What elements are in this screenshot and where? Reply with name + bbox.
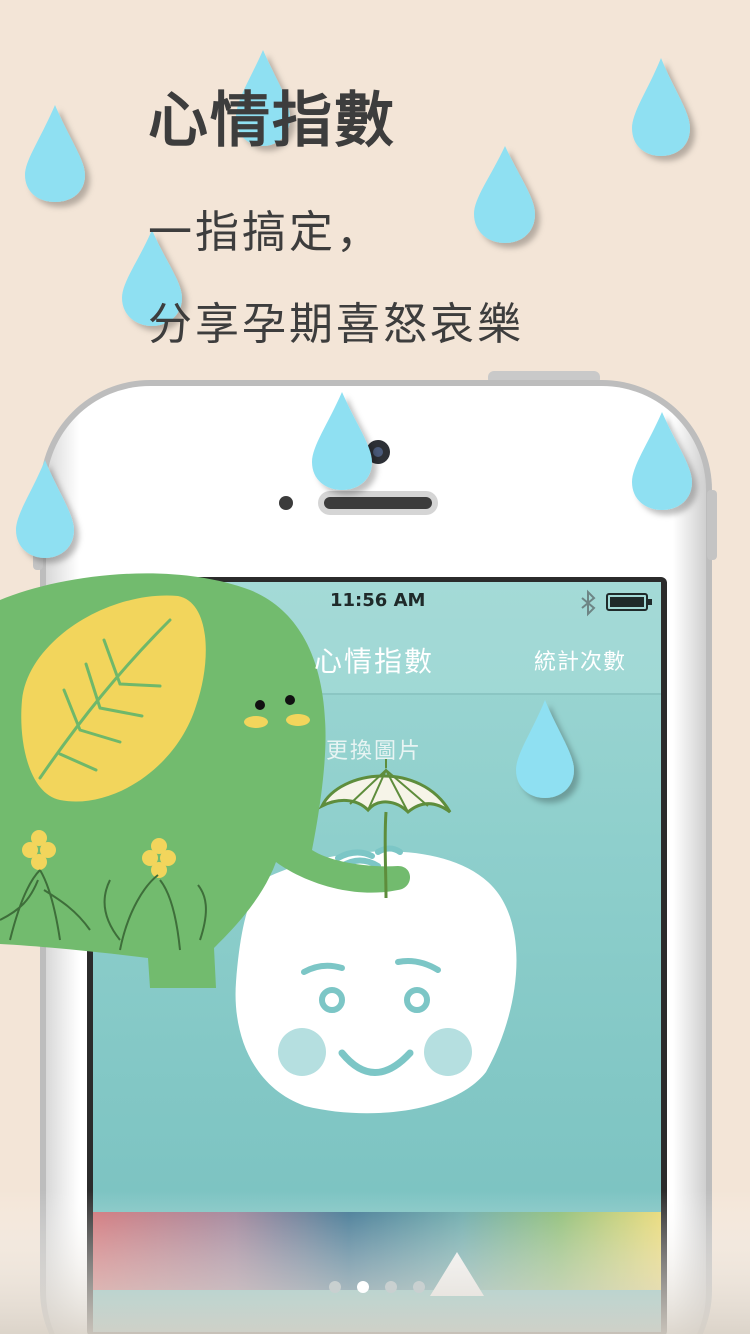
- page-dot[interactable]: [357, 1281, 369, 1293]
- page-dot[interactable]: [329, 1281, 341, 1293]
- page-indicator: [329, 1281, 425, 1293]
- page-dot[interactable]: [413, 1281, 425, 1293]
- page-dot[interactable]: [385, 1281, 397, 1293]
